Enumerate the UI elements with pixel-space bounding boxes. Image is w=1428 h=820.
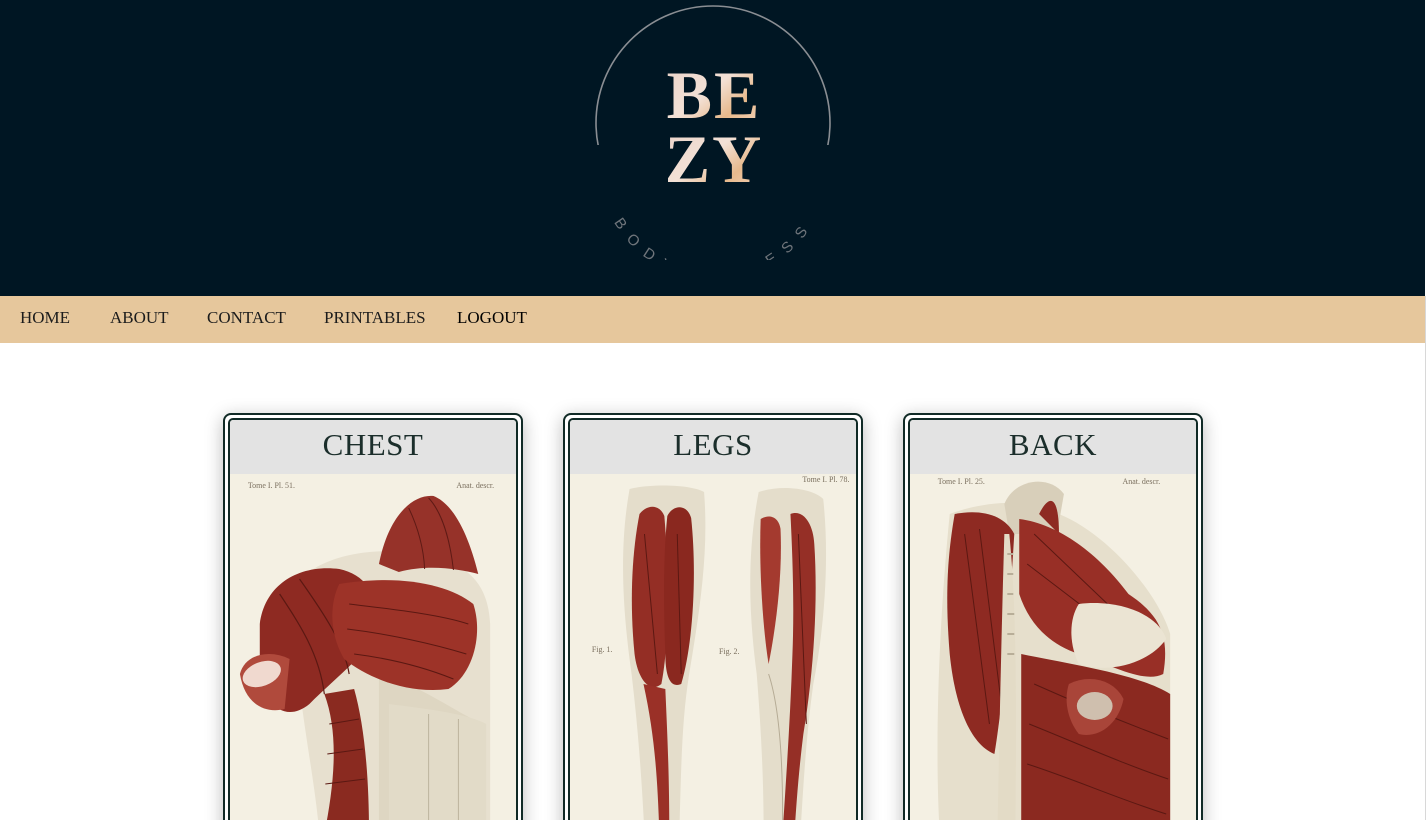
legs-anatomy-illustration: Tome I. Pl. 78. Fig. 1. Fig. 2. [570, 474, 856, 820]
site-header: BE ZY BODY FITNESS [0, 0, 1425, 296]
card-chest-frame: CHEST Tome I. Pl. 51. Anat. descr. [228, 418, 518, 820]
chest-plate-caption: Anat. descr. [456, 481, 494, 490]
legs-fig1-label: Fig. 1. [592, 645, 613, 654]
main-nav: HOME ABOUT CONTACT PRINTABLES LOGOUT [0, 296, 1425, 343]
brand-logo[interactable]: BE ZY BODY FITNESS [589, 0, 839, 260]
nav-about[interactable]: ABOUT [110, 296, 169, 343]
nav-logout[interactable]: LOGOUT [457, 296, 527, 343]
back-anatomy-illustration: Tome I. Pl. 25. Anat. descr. [910, 474, 1196, 820]
card-chest[interactable]: CHEST Tome I. Pl. 51. Anat. descr. [223, 413, 523, 820]
card-legs[interactable]: LEGS Tome I. Pl. 78. Fig. 1. Fig. 2. [563, 413, 863, 820]
card-legs-title: LEGS [570, 420, 856, 474]
chest-plate-number: Tome I. Pl. 51. [248, 481, 295, 490]
card-back-title: BACK [910, 420, 1196, 474]
card-legs-frame: LEGS Tome I. Pl. 78. Fig. 1. Fig. 2. [568, 418, 858, 820]
chest-anatomy-illustration: Tome I. Pl. 51. Anat. descr. [230, 474, 516, 820]
card-back-frame: BACK Tome I. Pl. 25. Anat. descr. [908, 418, 1198, 820]
card-back[interactable]: BACK Tome I. Pl. 25. Anat. descr. [903, 413, 1203, 820]
nav-home[interactable]: HOME [20, 296, 70, 343]
nav-printables[interactable]: PRINTABLES [324, 296, 426, 343]
page-edge-divider [1425, 296, 1426, 820]
back-plate-number: Tome I. Pl. 25. [938, 477, 985, 486]
legs-plate-number: Tome I. Pl. 78. [802, 475, 849, 484]
card-chest-title: CHEST [230, 420, 516, 474]
back-plate-caption: Anat. descr. [1123, 477, 1161, 486]
legs-fig2-label: Fig. 2. [719, 647, 740, 656]
nav-contact[interactable]: CONTACT [207, 296, 286, 343]
brand-wordmark-line2: ZY [665, 121, 763, 197]
